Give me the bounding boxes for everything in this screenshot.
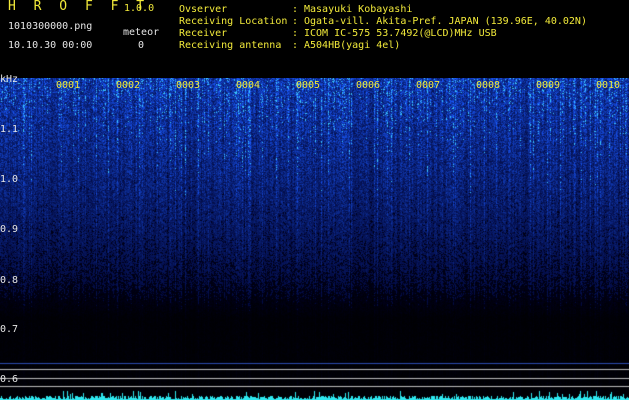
frame-marker: 0009 xyxy=(536,80,561,91)
y-tick-label: 0.6 xyxy=(0,374,19,385)
location-colon: : xyxy=(292,16,299,27)
y-tick-label: 0.8 xyxy=(0,275,19,286)
y-tick-label: 0.7 xyxy=(0,324,19,335)
frame-marker: 0004 xyxy=(236,80,261,91)
file-name: 1010300000.png xyxy=(8,21,93,32)
receiver-value: ICOM IC-575 53.7492(@LCD)MHz USB xyxy=(304,28,497,39)
spectrogram-canvas xyxy=(0,78,629,400)
antenna-value: A504HB(yagi 4el) xyxy=(304,40,401,51)
antenna-label: Receiving antenna xyxy=(179,40,282,51)
frame-marker: 0006 xyxy=(356,80,381,91)
meteor-label: meteor xyxy=(123,27,160,38)
location-value: Ogata-vill. Akita-Pref. JAPAN (139.96E, … xyxy=(304,16,587,27)
frame-marker: 0010 xyxy=(596,80,621,91)
y-tick-label: 1.1 xyxy=(0,124,19,135)
y-axis-unit: kHz xyxy=(0,74,19,85)
observer-colon: : xyxy=(292,4,299,15)
meteor-count: 0 xyxy=(138,40,145,51)
receiver-colon: : xyxy=(292,28,299,39)
antenna-colon: : xyxy=(292,40,299,51)
location-label: Receiving Location xyxy=(179,16,288,27)
frame-marker: 0003 xyxy=(176,80,201,91)
observer-value: Masayuki Kobayashi xyxy=(304,4,413,15)
frame-marker: 0005 xyxy=(296,80,321,91)
header-panel: H R O F F T 1.0.0 1010300000.png meteor … xyxy=(0,0,629,78)
file-datetime: 10.10.30 00:00 xyxy=(8,40,93,51)
y-tick-label: 0.9 xyxy=(0,224,19,235)
frame-marker: 0007 xyxy=(416,80,441,91)
app-version: 1.0.0 xyxy=(124,3,155,14)
observer-label: Ovserver xyxy=(179,4,228,15)
frame-marker: 0002 xyxy=(116,80,141,91)
frame-marker: 0001 xyxy=(56,80,81,91)
y-tick-label: 1.0 xyxy=(0,174,19,185)
receiver-label: Receiver xyxy=(179,28,228,39)
frame-marker: 0008 xyxy=(476,80,501,91)
